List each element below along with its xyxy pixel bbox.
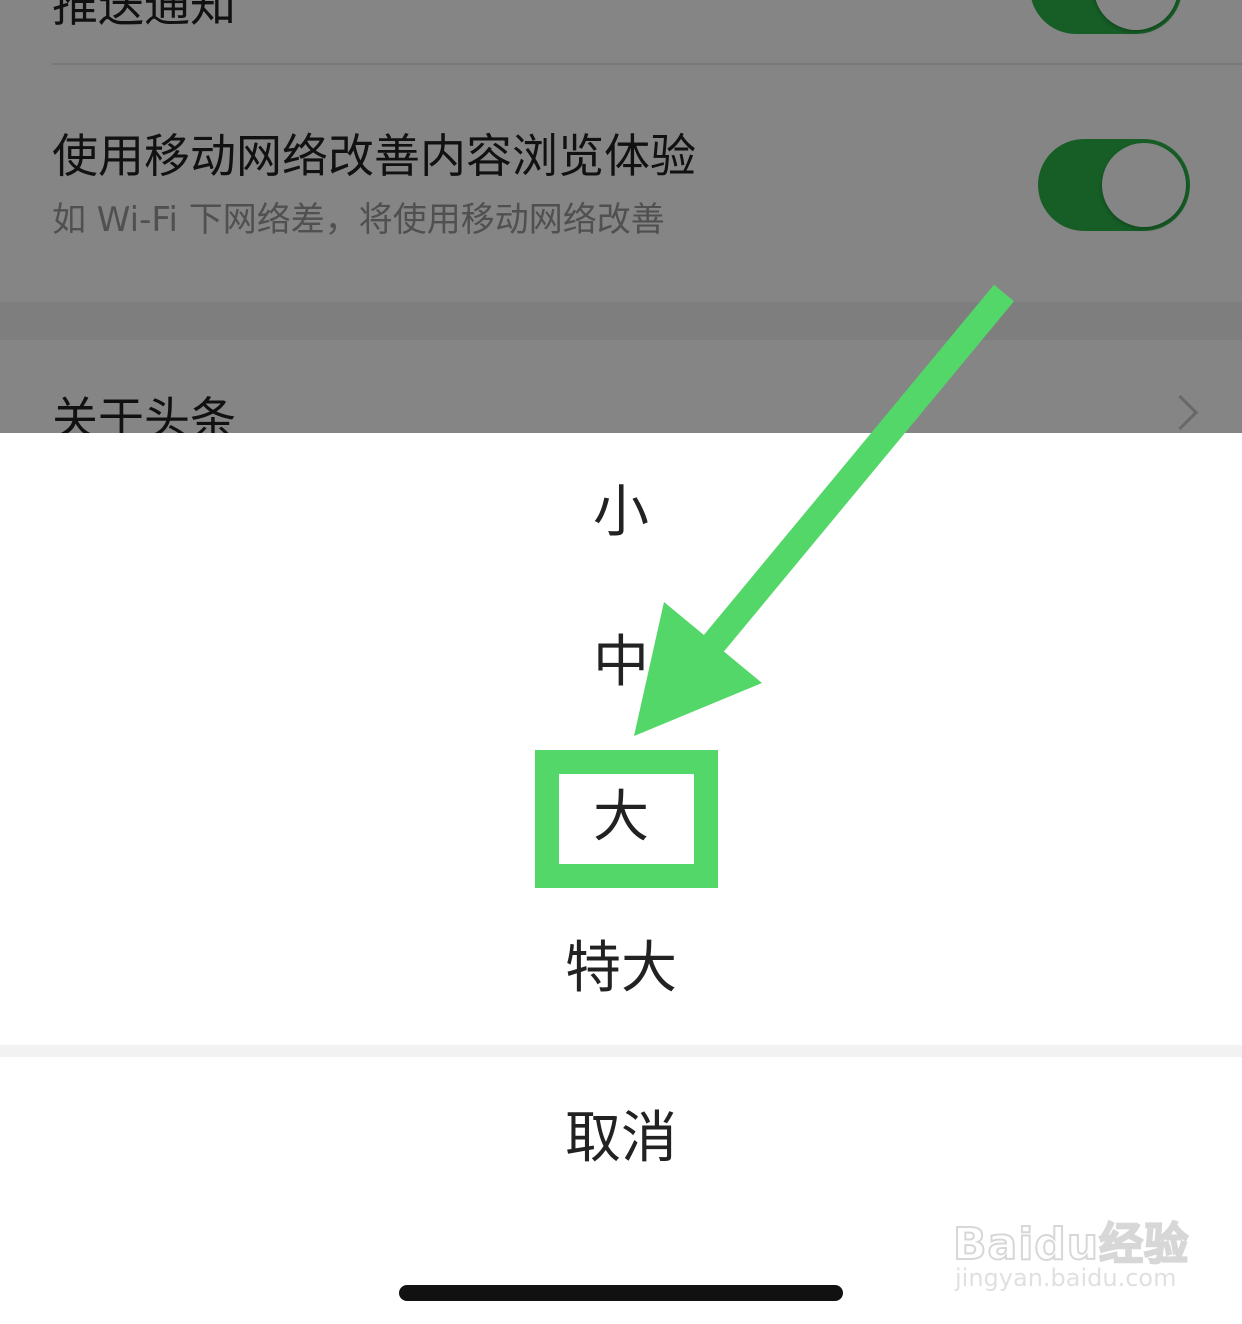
option-medium[interactable]: 中 [0, 635, 1242, 691]
option-small[interactable]: 小 [0, 485, 1242, 541]
sheet-separator [0, 1045, 1242, 1057]
option-extra-large[interactable]: 特大 [0, 941, 1242, 997]
settings-screen: 推送通知 使用移动网络改善内容浏览体验 如 Wi-Fi 下网络差，将使用移动网络… [0, 0, 1242, 433]
watermark-url: jingyan.baidu.com [955, 1264, 1177, 1292]
baidu-watermark: Baidu经验 jingyan.baidu.com [952, 1200, 1189, 1300]
highlight-box-large [535, 750, 718, 888]
cancel-button[interactable]: 取消 [0, 1111, 1242, 1167]
watermark-logo: Baidu经验 [952, 1218, 1190, 1271]
home-indicator[interactable] [399, 1285, 843, 1301]
dim-overlay[interactable] [0, 0, 1242, 433]
